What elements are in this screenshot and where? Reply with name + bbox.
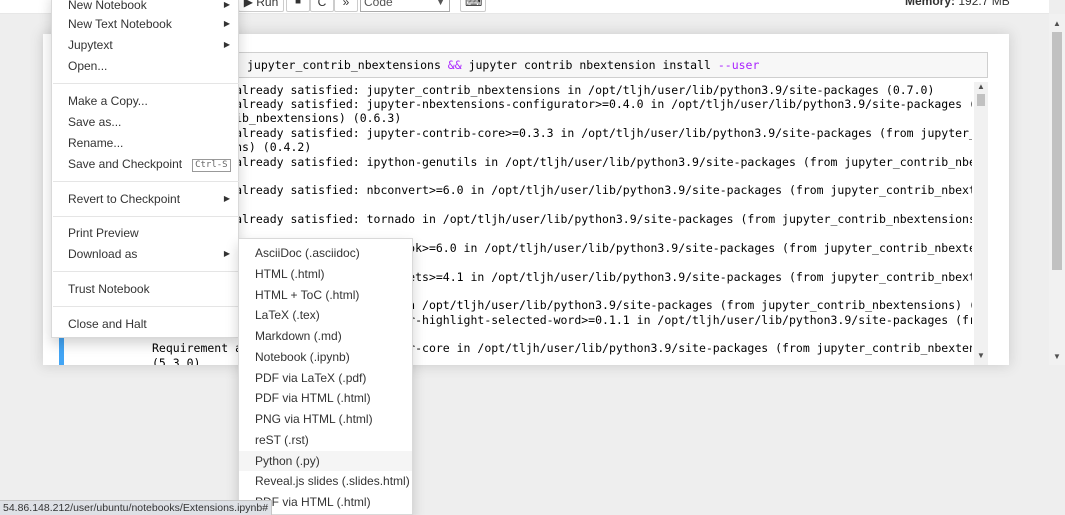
menu-item-save-checkpoint[interactable]: Save and Checkpoint Ctrl-S — [52, 154, 238, 174]
menu-item-revert-checkpoint[interactable]: Revert to Checkpoint ▶ — [52, 189, 238, 209]
cell-input[interactable]: !pip install jupyter_contrib_nbextension… — [150, 52, 988, 78]
memory-value: 192.7 MB — [958, 0, 1010, 8]
status-url: 54.86.148.212/user/ubuntu/notebooks/Exte… — [0, 500, 273, 515]
output-scrollbar-thumb[interactable] — [977, 94, 985, 106]
triangle-up-icon[interactable]: ▲ — [974, 82, 988, 92]
menu-item-new-text-notebook[interactable]: New Text Notebook ▶ — [52, 14, 238, 34]
menu-item-new-notebook[interactable]: New Notebook ▶ — [52, 0, 238, 15]
output-line: Requirement already satisfied: jupyter_c… — [152, 83, 935, 97]
restart-icon[interactable]: C — [310, 0, 334, 12]
menu-item-print-preview[interactable]: Print Preview — [52, 223, 238, 243]
shortcut-badge: Ctrl-S — [192, 159, 231, 172]
output-scrollbar[interactable]: ▲ ▼ — [974, 82, 988, 365]
run-button[interactable]: ▶ Run — [238, 0, 284, 12]
download-revealjs[interactable]: Reveal.js slides (.slides.html) — [239, 471, 412, 491]
caret-right-icon: ▶ — [223, 19, 230, 28]
triangle-down-icon[interactable]: ▼ — [974, 351, 988, 361]
output-line: Requirement already satisfied: jupyter-n… — [152, 97, 972, 111]
input-flag: --user — [717, 58, 760, 72]
download-notebook[interactable]: Notebook (.ipynb) — [239, 347, 412, 367]
menu-item-trust-notebook[interactable]: Trust Notebook — [52, 279, 238, 299]
triangle-down-icon[interactable]: ▼ — [1049, 351, 1065, 363]
chevron-down-icon: ▼ — [436, 0, 445, 7]
download-asciidoc[interactable]: AsciiDoc (.asciidoc) — [239, 243, 412, 263]
run-label: Run — [256, 0, 279, 9]
menu-item-open[interactable]: Open... — [52, 56, 238, 76]
menu-divider — [53, 216, 239, 217]
output-line: Requirement already satisfied: ipython-g… — [152, 155, 972, 169]
menu-item-jupytext[interactable]: Jupytext ▶ — [52, 35, 238, 55]
file-menu: New Notebook ▶ New Text Notebook ▶ Jupytex… — [51, 0, 239, 338]
download-html[interactable]: HTML (.html) — [239, 264, 412, 284]
output-line: Requirement already satisfied: tornado i… — [152, 212, 972, 226]
menu-divider — [53, 83, 239, 84]
input-operator: && — [447, 58, 462, 72]
menu-divider — [53, 271, 239, 272]
cell-type-select[interactable]: Code ▼ — [360, 0, 450, 12]
output-line: (5.3.0) — [152, 356, 201, 365]
download-as-submenu: AsciiDoc (.asciidoc) HTML (.html) HTML +… — [238, 238, 413, 515]
menu-divider — [53, 306, 239, 307]
cell-type-value: Code — [364, 0, 393, 9]
triangle-up-icon[interactable]: ▲ — [1049, 18, 1065, 30]
download-latex[interactable]: LaTeX (.tex) — [239, 305, 412, 325]
caret-right-icon: ▶ — [223, 249, 230, 258]
output-line: Requirement already satisfied: nbconvert… — [152, 183, 972, 197]
download-python[interactable]: Python (.py) — [239, 451, 412, 471]
page-scrollbar[interactable]: ▲ ▼ — [1049, 14, 1065, 365]
stop-icon[interactable]: ■ — [286, 0, 310, 12]
page-scrollbar-thumb[interactable] — [1052, 32, 1062, 270]
menu-item-download-as[interactable]: Download as ▶ — [52, 244, 238, 264]
download-html-toc[interactable]: HTML + ToC (.html) — [239, 285, 412, 305]
play-icon: ▶ — [243, 0, 257, 9]
menu-divider — [53, 181, 239, 182]
caret-right-icon: ▶ — [223, 194, 230, 203]
input-command-2: jupyter contrib nbextension install — [461, 58, 718, 72]
menu-item-close-halt[interactable]: Close and Halt — [52, 314, 238, 334]
download-pdf-latex[interactable]: PDF via LaTeX (.pdf) — [239, 368, 412, 388]
output-line: Requirement already satisfied: jupyter-c… — [152, 126, 972, 140]
download-png-html[interactable]: PNG via HTML (.html) — [239, 409, 412, 429]
caret-right-icon: ▶ — [223, 0, 230, 9]
download-rest[interactable]: reST (.rst) — [239, 430, 412, 450]
download-pdf-html[interactable]: PDF via HTML (.html) — [239, 388, 412, 408]
keyboard-icon[interactable]: ⌨ — [460, 0, 486, 12]
memory-label: Memory: — [905, 0, 956, 8]
memory-indicator: Memory: 192.7 MB — [905, 0, 1010, 8]
caret-right-icon: ▶ — [223, 40, 230, 49]
fast-forward-icon[interactable]: » — [334, 0, 358, 12]
menu-item-save-as[interactable]: Save as... — [52, 112, 238, 132]
download-markdown[interactable]: Markdown (.md) — [239, 326, 412, 346]
menu-item-rename[interactable]: Rename... — [52, 133, 238, 153]
menu-item-make-copy[interactable]: Make a Copy... — [52, 91, 238, 111]
